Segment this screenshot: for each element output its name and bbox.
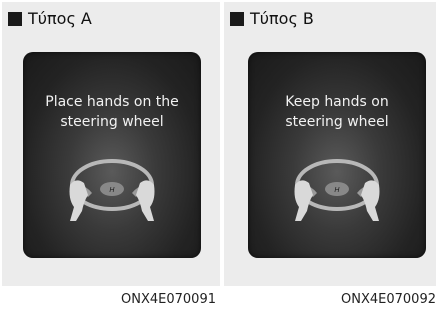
figure-code-b: ONX4E070092 bbox=[341, 292, 436, 307]
figure-code-a: ONX4E070091 bbox=[121, 292, 216, 307]
svg-text:H: H bbox=[334, 186, 340, 194]
square-bullet-icon bbox=[8, 11, 22, 26]
cluster-display: Place hands on the steering wheel H bbox=[23, 52, 201, 258]
warning-message: Place hands on the steering wheel bbox=[45, 94, 179, 130]
svg-text:H: H bbox=[109, 186, 115, 194]
cluster-display: Keep hands on steering wheel H bbox=[248, 52, 426, 258]
type-label: Τύπος B bbox=[250, 9, 314, 28]
panel-type-b: Τύπος B Keep hands on steering wheel H bbox=[224, 2, 436, 286]
steering-wheel-with-hands-icon: H bbox=[69, 159, 155, 221]
type-label: Τύπος A bbox=[28, 9, 92, 28]
type-label-row: Τύπος B bbox=[230, 9, 314, 28]
warning-message: Keep hands on steering wheel bbox=[285, 94, 389, 130]
type-label-row: Τύπος A bbox=[8, 9, 92, 28]
panel-type-a: Τύπος A Place hands on the steering whee… bbox=[2, 2, 220, 286]
square-bullet-icon bbox=[230, 11, 244, 26]
steering-wheel-with-hands-icon: H bbox=[294, 159, 380, 221]
